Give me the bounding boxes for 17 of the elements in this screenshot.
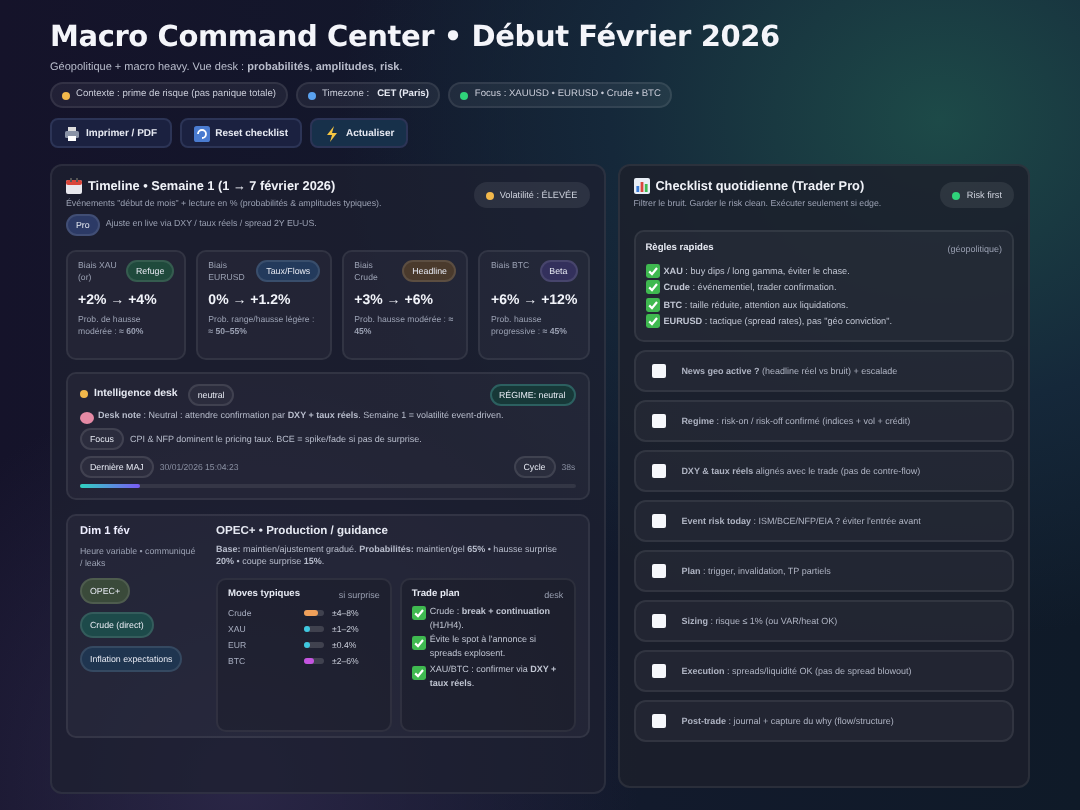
page-title: Macro Command Center • Début Février 2026 <box>50 22 782 54</box>
checkbox[interactable] <box>651 514 666 529</box>
checkbox[interactable] <box>651 564 666 579</box>
checkmark-icon <box>411 665 426 680</box>
checkbox[interactable] <box>651 614 666 629</box>
checkmark-icon <box>411 635 426 650</box>
bar-chart-icon <box>633 178 650 194</box>
checkbox[interactable] <box>651 664 666 679</box>
calendar-icon <box>66 178 82 194</box>
reset-icon <box>193 125 210 141</box>
checkbox[interactable] <box>651 364 666 379</box>
checkbox[interactable] <box>651 464 666 479</box>
checkbox[interactable] <box>651 714 666 729</box>
bolt-icon <box>324 125 340 141</box>
checkbox[interactable] <box>651 414 666 429</box>
checkmark-icon <box>411 606 426 621</box>
printer-icon <box>64 125 80 141</box>
